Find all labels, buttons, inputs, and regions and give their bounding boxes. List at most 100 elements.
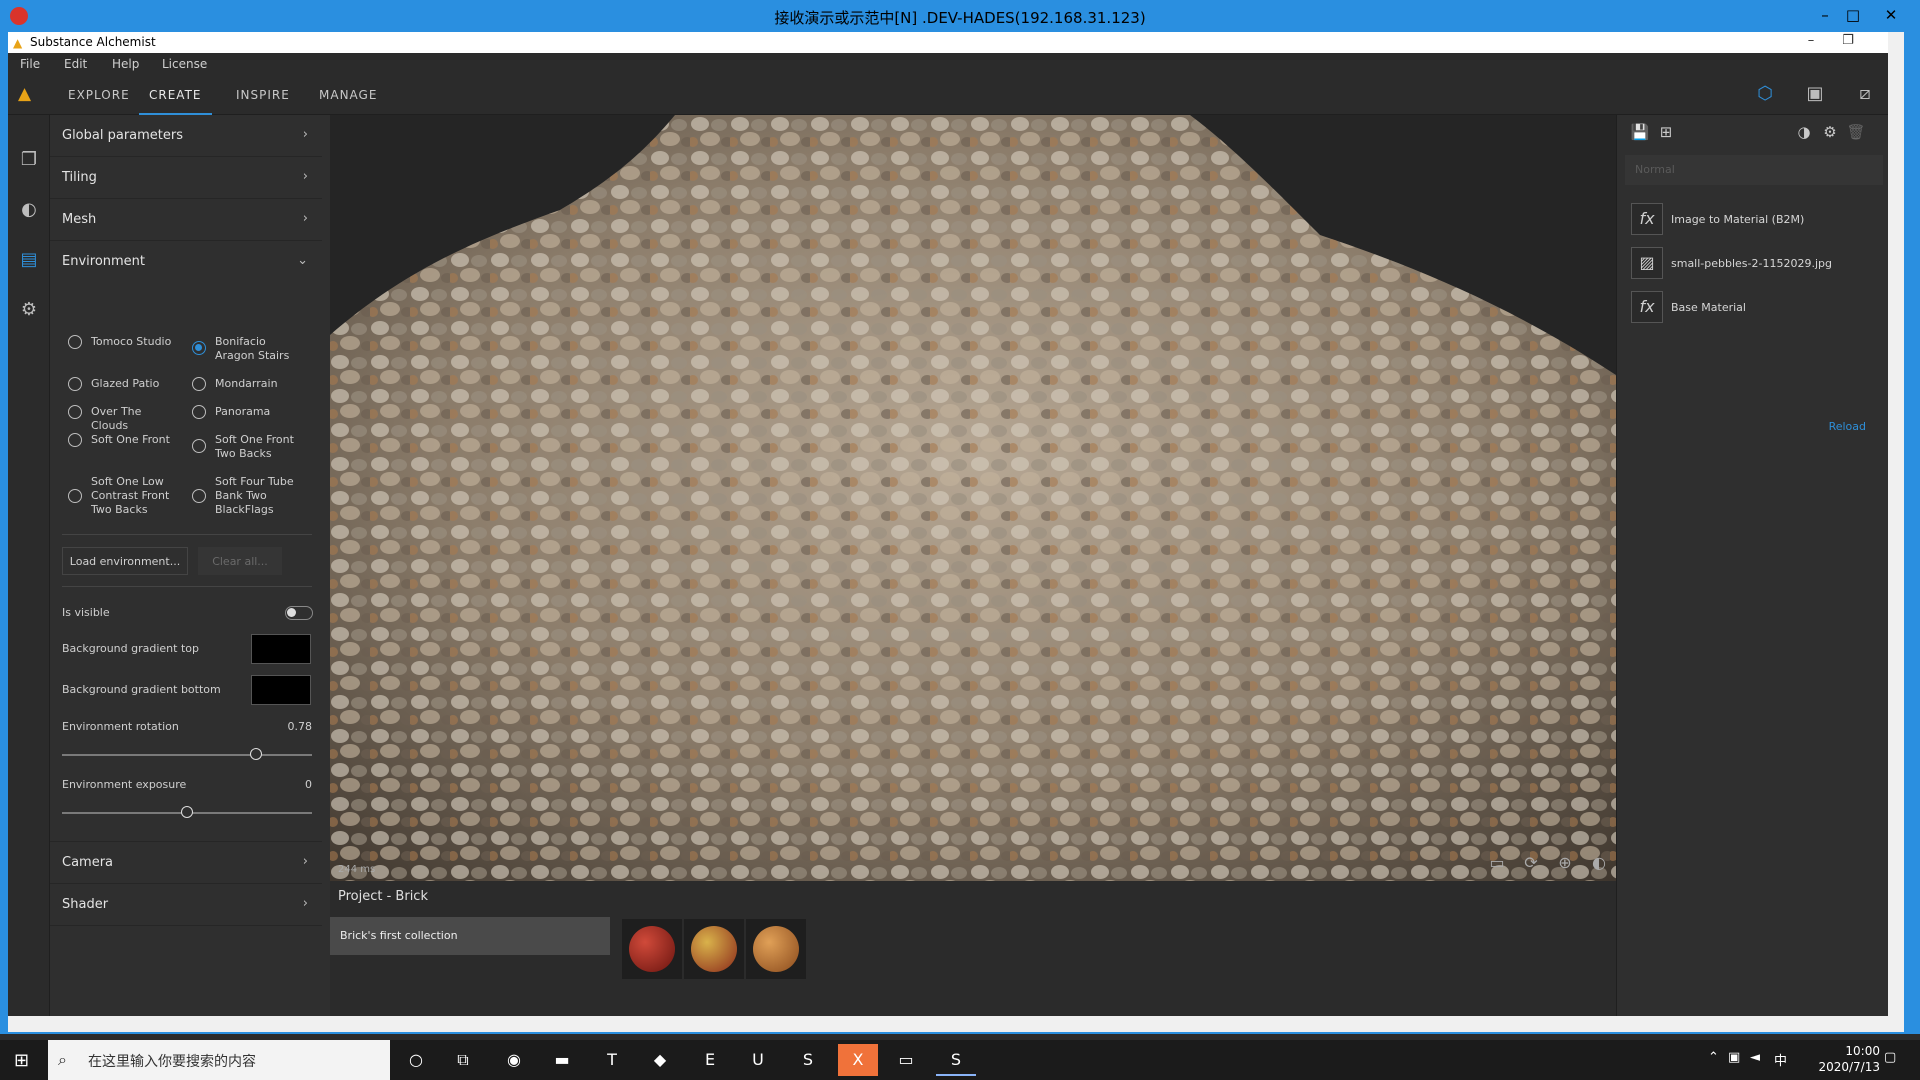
horizontal-scrollbar[interactable] (8, 1016, 1888, 1032)
section-shader[interactable]: Shader › (50, 884, 322, 926)
bg-gradient-bottom-swatch[interactable] (251, 675, 311, 705)
layers-stack-icon[interactable]: ❐ (16, 149, 42, 175)
xmind-icon[interactable]: X (838, 1044, 878, 1076)
material-sphere-icon[interactable]: ◐ (16, 199, 42, 225)
taskbar-search[interactable]: ⌕ 在这里输入你要搜索的内容 (48, 1040, 390, 1080)
display-settings-panel: Global parameters › Tiling › Mesh › Envi… (50, 115, 330, 1032)
export-settings-icon[interactable]: ⚙ (16, 299, 42, 325)
globe-icon[interactable]: ⊕ (1554, 853, 1576, 875)
text-editor-icon[interactable]: T (592, 1044, 632, 1076)
substance-logo-icon: ▲ (13, 36, 23, 50)
menu-file[interactable]: File (20, 57, 40, 71)
substance-alchemist-taskbar-icon[interactable]: S (936, 1044, 976, 1076)
radio-button[interactable] (192, 489, 206, 503)
menu-license[interactable]: License (162, 57, 207, 71)
sourcetree-icon[interactable]: ◆ (640, 1044, 680, 1076)
radio-label: Mondarrain (215, 377, 278, 390)
fx-icon: fx (1631, 291, 1663, 323)
layer-item[interactable]: fx Base Material (1631, 291, 1881, 325)
taskbar-clock[interactable]: 10:00 2020/7/13 (1818, 1043, 1880, 1075)
radio-button[interactable] (68, 377, 82, 391)
radio-button[interactable] (192, 439, 206, 453)
app-restore-button[interactable]: ❐ (1833, 33, 1863, 48)
radio-button-selected[interactable] (192, 341, 206, 355)
radio-label: Soft Four Tube Bank Two BlackFlags (215, 475, 294, 516)
bg-gradient-top-label: Background gradient top (62, 642, 199, 655)
env-rotation-slider-handle[interactable] (250, 748, 262, 760)
section-global-parameters[interactable]: Global parameters › (50, 115, 322, 157)
material-thumbnail[interactable] (746, 919, 806, 979)
divider (62, 586, 312, 587)
remote-maximize-button[interactable]: □ (1838, 2, 1868, 28)
menu-edit[interactable]: Edit (64, 57, 87, 71)
display-settings-icon[interactable]: ▤ (16, 249, 42, 275)
search-placeholder: 在这里输入你要搜索的内容 (88, 1054, 256, 1070)
3d-viewport[interactable]: 244 ms ▭ ⟳ ⊕ ◐ (330, 115, 1616, 881)
section-title: Tiling (62, 170, 97, 185)
material-thumbnail[interactable] (684, 919, 744, 979)
remote-desktop-icon[interactable]: ▭ (886, 1044, 926, 1076)
chevron-right-icon: › (302, 896, 308, 911)
add-layer-icon[interactable]: ⊞ (1655, 123, 1677, 145)
app-minimize-button[interactable]: – (1796, 33, 1826, 48)
reload-link[interactable]: Reload (1829, 420, 1866, 433)
ime-indicator[interactable]: 中 (1774, 1050, 1787, 1069)
radio-button[interactable] (192, 405, 206, 419)
clear-all-button[interactable]: Clear all... (198, 547, 282, 575)
light-toggle-icon[interactable]: ◐ (1588, 853, 1610, 875)
tab-explore[interactable]: EXPLORE (68, 75, 130, 115)
epic-games-icon[interactable]: E (690, 1044, 730, 1076)
save-icon[interactable]: 💾 (1629, 123, 1651, 145)
layer-item[interactable]: fx Image to Material (B2M) (1631, 203, 1881, 237)
task-view-icon[interactable]: ⧉ (443, 1044, 483, 1076)
blend-mode-dropdown[interactable]: Normal (1625, 155, 1883, 185)
pebble-texture (330, 115, 1616, 881)
section-tiling[interactable]: Tiling › (50, 157, 322, 199)
vertical-scrollbar[interactable] (1888, 32, 1904, 1032)
split-view-icon[interactable]: ⧄ (1851, 83, 1879, 107)
load-environment-button[interactable]: Load environment... (62, 547, 188, 575)
3d-view-cube-icon[interactable]: ⬡ (1751, 83, 1779, 107)
radio-button[interactable] (192, 377, 206, 391)
tab-create[interactable]: CREATE (139, 75, 212, 115)
radio-button[interactable] (68, 433, 82, 447)
camera-icon[interactable]: ▭ (1486, 853, 1508, 875)
volume-icon[interactable]: ◄ (1750, 1050, 1760, 1065)
section-environment[interactable]: Environment ⌄ (50, 241, 322, 283)
rotate-view-icon[interactable]: ⟳ (1520, 853, 1542, 875)
remote-close-button[interactable]: ✕ (1876, 2, 1906, 28)
radio-button[interactable] (68, 489, 82, 503)
chrome-icon[interactable]: ◉ (494, 1044, 534, 1076)
windows-start-icon[interactable]: ⊞ (14, 1050, 29, 1071)
tab-inspire[interactable]: INSPIRE (236, 75, 290, 115)
bg-gradient-top-swatch[interactable] (251, 634, 311, 664)
menu-help[interactable]: Help (112, 57, 139, 71)
radio-button[interactable] (68, 405, 82, 419)
section-camera[interactable]: Camera › (50, 842, 322, 884)
network-icon[interactable]: ▣ (1728, 1050, 1740, 1065)
collection-item[interactable]: Brick's first collection (330, 917, 610, 955)
tray-chevron-up-icon[interactable]: ⌃ (1708, 1050, 1719, 1065)
is-visible-toggle[interactable] (285, 606, 313, 620)
2d-view-icon[interactable]: ▣ (1801, 83, 1829, 107)
mask-icon[interactable]: ◑ (1793, 123, 1815, 145)
radio-button[interactable] (68, 335, 82, 349)
unreal-engine-icon[interactable]: U (738, 1044, 778, 1076)
delete-icon[interactable]: 🗑 (1845, 123, 1867, 145)
env-exposure-slider-handle[interactable] (181, 806, 193, 818)
layers-panel: 💾 ⊞ ◑ ⚙ 🗑 Normal fx Image to Material (B… (1616, 115, 1888, 1032)
material-thumbnail[interactable] (622, 919, 682, 979)
file-explorer-icon[interactable]: ▬ (542, 1044, 582, 1076)
layer-item[interactable]: ▨ small-pebbles-2-1152029.jpg (1631, 247, 1881, 281)
notification-icon[interactable]: ▢ (1884, 1050, 1896, 1065)
cortana-icon[interactable]: ○ (396, 1044, 436, 1076)
tab-manage[interactable]: MANAGE (319, 75, 377, 115)
remote-minimize-button[interactable]: – (1810, 2, 1840, 28)
env-rotation-slider[interactable] (62, 754, 312, 756)
section-mesh[interactable]: Mesh › (50, 199, 322, 241)
radio-label: Bonifacio Aragon Stairs (215, 335, 290, 362)
env-exposure-value: 0 (305, 778, 312, 791)
settings-icon[interactable]: ⚙ (1819, 123, 1841, 145)
substance-painter-icon[interactable]: S (788, 1044, 828, 1076)
radio-label: Panorama (215, 405, 271, 418)
